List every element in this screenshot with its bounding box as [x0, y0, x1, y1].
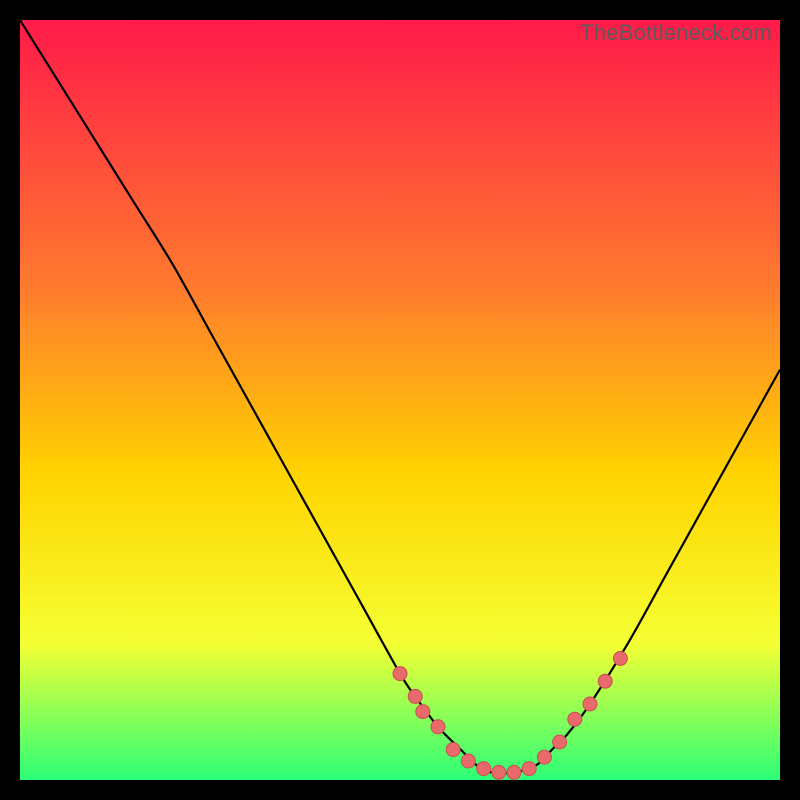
curve-marker [537, 750, 551, 764]
curve-marker [553, 735, 567, 749]
curve-marker [492, 765, 506, 779]
gradient-background [20, 20, 780, 780]
curve-marker [393, 667, 407, 681]
curve-marker [507, 765, 521, 779]
curve-marker [461, 754, 475, 768]
chart-frame: TheBottleneck.com [20, 20, 780, 780]
curve-marker [598, 674, 612, 688]
curve-marker [477, 762, 491, 776]
curve-marker [583, 697, 597, 711]
curve-marker [431, 720, 445, 734]
curve-marker [446, 743, 460, 757]
curve-marker [408, 689, 422, 703]
watermark-text: TheBottleneck.com [580, 20, 772, 46]
bottleneck-plot [20, 20, 780, 780]
curve-marker [416, 705, 430, 719]
curve-marker [613, 651, 627, 665]
curve-marker [522, 762, 536, 776]
curve-marker [568, 712, 582, 726]
